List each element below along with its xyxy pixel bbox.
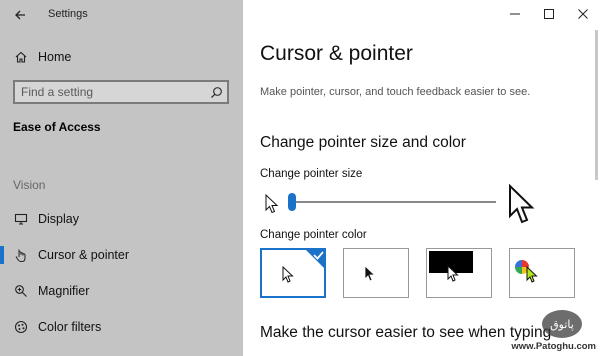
search-box[interactable]: [13, 80, 229, 104]
cursor-pointer-icon: [13, 247, 29, 263]
window-controls: [498, 0, 600, 28]
maximize-button[interactable]: [532, 0, 566, 28]
pointer-color-white[interactable]: [260, 248, 326, 298]
slider-thumb[interactable]: [288, 193, 297, 211]
small-cursor-icon: [265, 194, 279, 214]
custom-cursor-icon: [526, 266, 538, 283]
sidebar-item-label: Display: [38, 212, 79, 226]
watermark-site: www.Patoghu.com: [511, 341, 596, 352]
pointer-color-label: Change pointer color: [260, 229, 367, 241]
sidebar-item-color-filters[interactable]: Color filters: [0, 312, 243, 342]
page-description: Make pointer, cursor, and touch feedback…: [260, 86, 531, 98]
minimize-button[interactable]: [498, 0, 532, 28]
pointer-color-options: [260, 248, 580, 300]
watermark: پاتوق www.Patoghu.com: [500, 310, 596, 352]
sidebar-item-cursor-pointer[interactable]: Cursor & pointer: [0, 240, 243, 270]
pointer-size-slider[interactable]: [260, 184, 580, 228]
inverted-cursor-icon: [447, 265, 459, 282]
magnifier-icon: [13, 283, 29, 299]
sidebar-item-label: Color filters: [38, 320, 102, 334]
section-label-vision: Vision: [13, 178, 46, 192]
app-title: Settings: [48, 8, 88, 20]
pointer-color-custom[interactable]: [509, 248, 575, 298]
back-arrow-icon: [15, 10, 25, 20]
titlebar: Settings: [0, 0, 243, 30]
minimize-icon: [510, 13, 520, 15]
section-heading-size-color: Change pointer size and color: [260, 134, 466, 151]
close-button[interactable]: [566, 0, 600, 28]
pointer-size-label: Change pointer size: [260, 168, 363, 180]
page-title: Cursor & pointer: [260, 42, 413, 65]
black-cursor-icon: [364, 265, 376, 282]
back-button[interactable]: [10, 5, 30, 25]
sidebar-item-label: Cursor & pointer: [38, 248, 130, 262]
sidebar: Settings Home Ease of Access Vision Disp…: [0, 0, 243, 356]
pointer-color-inverted[interactable]: [426, 248, 492, 298]
display-icon: [13, 211, 29, 227]
scrollbar[interactable]: [595, 30, 598, 180]
category-heading: Ease of Access: [13, 120, 101, 134]
content-pane: Cursor & pointer Make pointer, cursor, a…: [243, 0, 600, 356]
sidebar-item-display[interactable]: Display: [0, 204, 243, 234]
search-icon[interactable]: [207, 83, 225, 101]
pointer-color-black[interactable]: [343, 248, 409, 298]
maximize-icon: [544, 9, 554, 19]
sidebar-item-home[interactable]: Home: [0, 44, 243, 70]
selected-check-icon: [304, 248, 326, 270]
home-icon: [13, 49, 29, 65]
close-icon: [578, 9, 588, 19]
color-filters-icon: [13, 319, 29, 335]
large-cursor-icon: [509, 184, 535, 224]
sidebar-item-label: Home: [38, 50, 72, 64]
white-cursor-icon: [282, 266, 294, 283]
sidebar-item-magnifier[interactable]: Magnifier: [0, 276, 243, 306]
watermark-logo: پاتوق: [542, 310, 582, 338]
sidebar-item-label: Magnifier: [38, 284, 90, 298]
slider-track[interactable]: [288, 201, 496, 203]
search-input[interactable]: [15, 82, 207, 102]
